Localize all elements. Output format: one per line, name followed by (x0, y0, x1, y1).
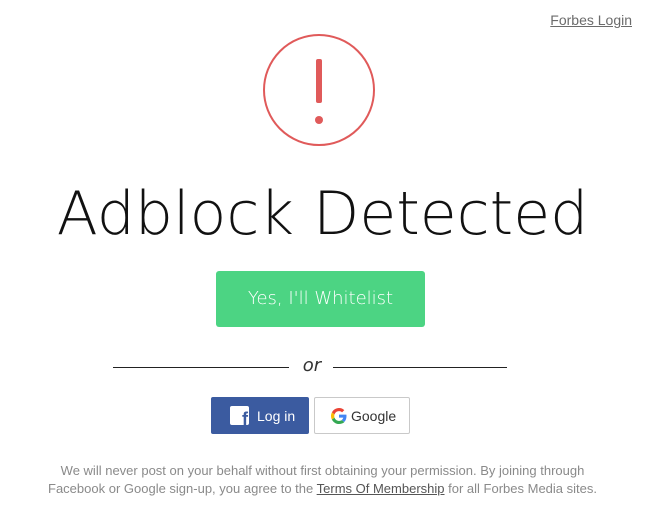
facebook-login-button[interactable]: f Log in (211, 397, 309, 434)
exclamation-bar (316, 59, 322, 103)
exclamation-icon (263, 34, 375, 146)
google-login-label: Google (351, 407, 397, 424)
terms-of-membership-link[interactable]: Terms Of Membership (317, 481, 445, 496)
facebook-login-label: Log in (257, 407, 296, 424)
exclamation-dot (315, 116, 323, 124)
google-login-button[interactable]: Google (314, 397, 410, 434)
or-separator: or (302, 355, 322, 376)
disclaimer-line-2-suffix: for all Forbes Media sites. (448, 481, 597, 496)
divider-right (333, 367, 507, 368)
disclaimer-line-1: We will never post on your behalf withou… (60, 463, 585, 478)
forbes-login-link[interactable]: Forbes Login (550, 12, 632, 28)
page-title: Adblock Detected (56, 179, 589, 249)
google-icon (331, 407, 347, 424)
disclaimer-text: We will never post on your behalf withou… (20, 462, 625, 498)
divider-left (113, 367, 289, 368)
disclaimer-line-2-prefix: Facebook or Google sign-up, you agree to… (48, 481, 314, 496)
facebook-icon: f (230, 406, 249, 425)
whitelist-button[interactable]: Yes, I'll Whitelist (216, 271, 425, 327)
